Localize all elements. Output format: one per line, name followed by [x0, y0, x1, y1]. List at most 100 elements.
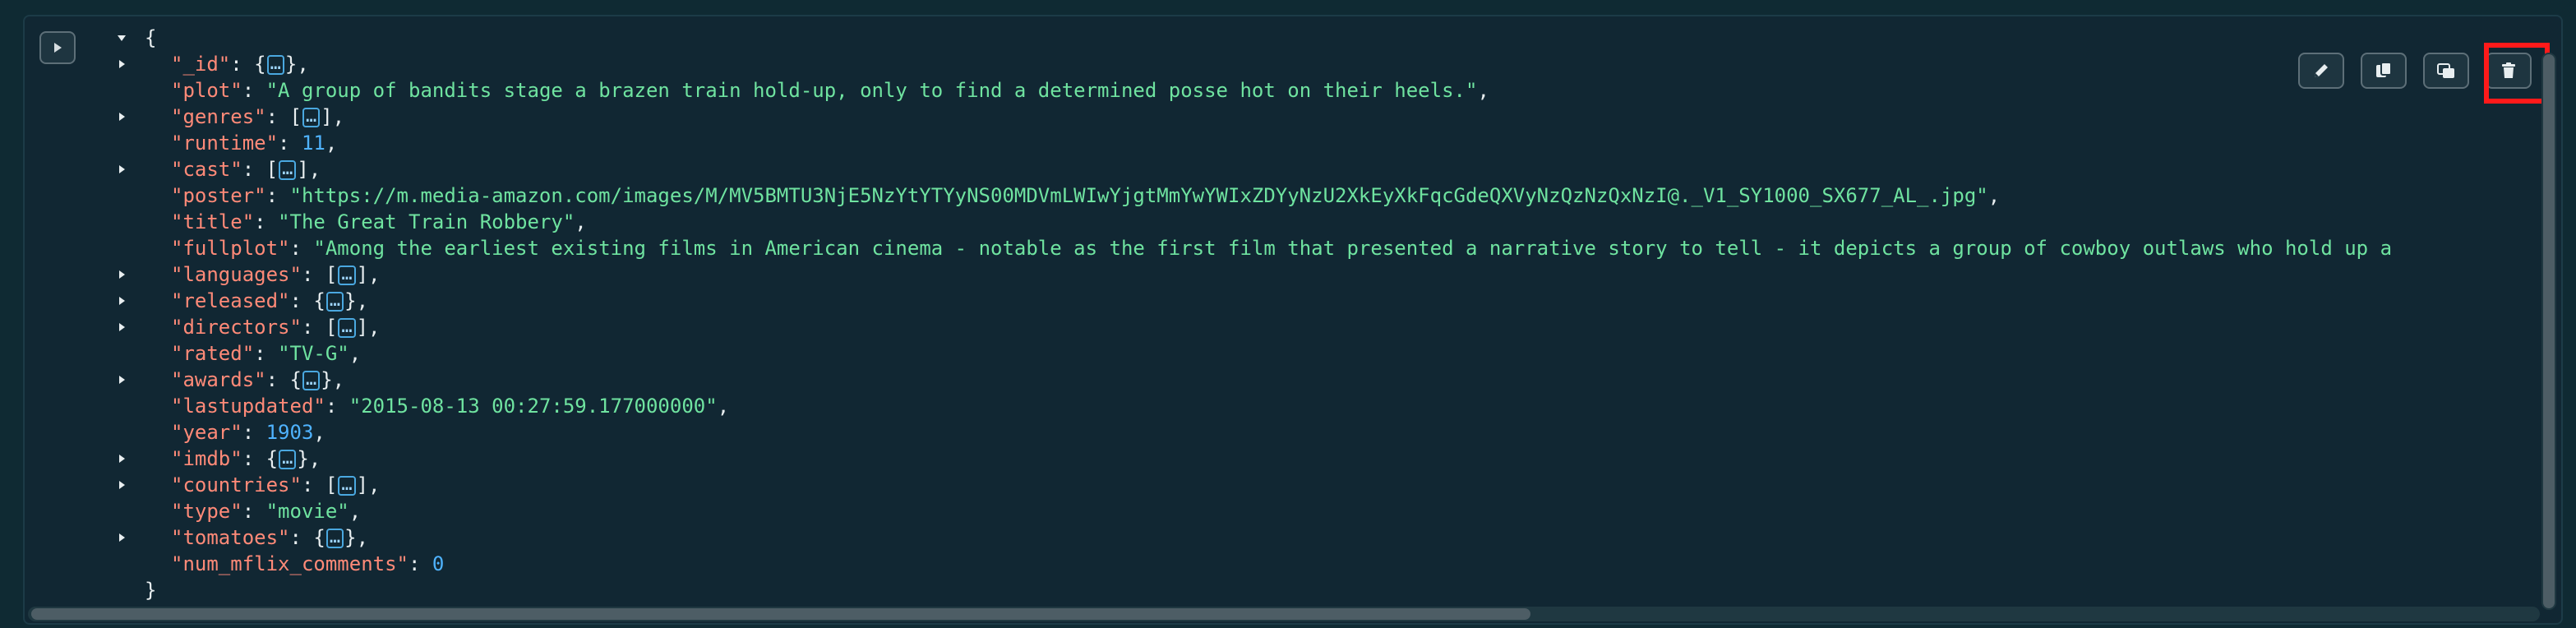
expand-caret-icon[interactable] [113, 472, 130, 498]
field-content: "num_mflix_comments": 0 [171, 551, 444, 577]
clone-document-button[interactable] [2423, 53, 2469, 89]
field-content: "poster": "https://m.media-amazon.com/im… [171, 182, 2000, 209]
vertical-scrollbar-thumb[interactable] [2543, 54, 2555, 608]
colon: : [265, 368, 290, 391]
field-key: "poster" [171, 184, 266, 207]
trailing-comma: , [349, 342, 362, 365]
colon: : [230, 53, 255, 76]
expand-caret-icon[interactable] [113, 446, 130, 472]
colon: : [301, 263, 325, 286]
number-value: 11 [301, 132, 325, 155]
container-close: } [284, 53, 298, 76]
trailing-comma: , [1477, 79, 1489, 102]
field-key: "imdb" [171, 447, 242, 470]
field-key: "countries" [171, 473, 302, 496]
delete-document-button[interactable] [2486, 53, 2532, 89]
expand-ellipsis-button[interactable]: … [302, 371, 321, 390]
field-content: "rated": "TV-G", [171, 340, 361, 367]
expand-caret-icon[interactable] [113, 104, 130, 130]
expand-document-button[interactable] [39, 31, 76, 64]
field-row: "fullplot": "Among the earliest existing… [89, 235, 2545, 261]
colon: : [254, 210, 279, 233]
expand-ellipsis-button[interactable]: … [338, 476, 356, 496]
document-actions [2290, 36, 2561, 104]
container-open: { [313, 526, 325, 549]
field-key: "cast" [171, 158, 242, 181]
vertical-scrollbar[interactable] [2541, 53, 2556, 610]
container-close: ] [356, 316, 369, 339]
container-open: [ [325, 263, 338, 286]
field-key: "lastupdated" [171, 395, 325, 418]
document-root-row: { [89, 25, 2545, 51]
expand-ellipsis-button[interactable]: … [302, 108, 321, 127]
string-value: "The Great Train Robbery" [278, 210, 575, 233]
field-row: "awards": {…}, [89, 367, 2545, 393]
string-value: "2015-08-13 00:27:59.177000000" [349, 395, 718, 418]
close-brace: } [145, 579, 157, 602]
expand-ellipsis-button[interactable]: … [325, 292, 344, 312]
colon: : [242, 500, 266, 523]
number-value: 1903 [265, 421, 314, 444]
trailing-comma: , [368, 473, 381, 496]
expand-caret-icon[interactable] [113, 524, 130, 551]
pencil-icon [2315, 64, 2328, 77]
string-value: "TV-G" [278, 342, 349, 365]
colon: : [265, 105, 290, 128]
expand-ellipsis-button[interactable]: … [279, 450, 297, 469]
horizontal-scrollbar-thumb[interactable] [31, 608, 1530, 620]
expand-caret-icon[interactable] [113, 367, 130, 393]
copy-icon [2376, 62, 2392, 77]
collapse-caret-icon[interactable] [113, 25, 130, 51]
field-row: "type": "movie", [89, 498, 2545, 524]
trailing-comma: , [1987, 184, 2001, 207]
field-content: "title": "The Great Train Robbery", [171, 209, 587, 235]
container-close: } [344, 289, 357, 312]
expand-caret-icon[interactable] [113, 51, 130, 77]
string-value: "movie" [265, 500, 349, 523]
expand-caret-icon[interactable] [113, 288, 130, 314]
field-key: "fullplot" [171, 237, 290, 260]
field-row: "cast": […], [89, 156, 2545, 182]
expand-ellipsis-button[interactable]: … [279, 160, 297, 180]
container-open: [ [289, 105, 302, 128]
container-close: } [321, 368, 333, 391]
expand-caret-icon[interactable] [113, 261, 130, 288]
expand-caret-icon[interactable] [113, 314, 130, 340]
field-content: "released": {…}, [171, 288, 368, 314]
string-value: "Among the earliest existing films in Am… [313, 237, 2393, 260]
trailing-comma: , [332, 105, 345, 128]
field-content: "year": 1903, [171, 419, 325, 446]
field-row: "languages": […], [89, 261, 2545, 288]
copy-document-button[interactable] [2361, 53, 2407, 89]
field-key: "directors" [171, 316, 302, 339]
colon: : [325, 395, 349, 418]
trailing-comma: , [332, 368, 345, 391]
trailing-comma: , [368, 263, 381, 286]
root-close: } [145, 577, 156, 603]
expand-ellipsis-button[interactable]: … [338, 266, 356, 285]
trailing-comma: , [297, 53, 309, 76]
container-open: [ [325, 316, 338, 339]
container-open: { [289, 368, 302, 391]
field-content: "lastupdated": "2015-08-13 00:27:59.1770… [171, 393, 729, 419]
edit-document-button[interactable] [2298, 53, 2344, 89]
colon: : [289, 237, 314, 260]
field-key: "title" [171, 210, 255, 233]
colon: : [265, 184, 290, 207]
container-close: } [297, 447, 309, 470]
expand-caret-icon[interactable] [113, 156, 130, 182]
document-card: {"_id": {…}, "plot": "A group of bandits … [23, 15, 2563, 625]
string-value: "A group of bandits stage a brazen train… [265, 79, 1478, 102]
field-key: "awards" [171, 368, 266, 391]
field-key: "year" [171, 421, 242, 444]
root-open: { [145, 25, 156, 51]
horizontal-scrollbar[interactable] [28, 607, 2540, 621]
container-open: [ [325, 473, 338, 496]
expand-ellipsis-button[interactable]: … [266, 55, 284, 75]
colon: : [301, 316, 325, 339]
expand-ellipsis-button[interactable]: … [338, 318, 356, 338]
field-content: "languages": […], [171, 261, 380, 288]
colon: : [242, 79, 266, 102]
field-row: "directors": […], [89, 314, 2545, 340]
expand-ellipsis-button[interactable]: … [325, 529, 344, 548]
